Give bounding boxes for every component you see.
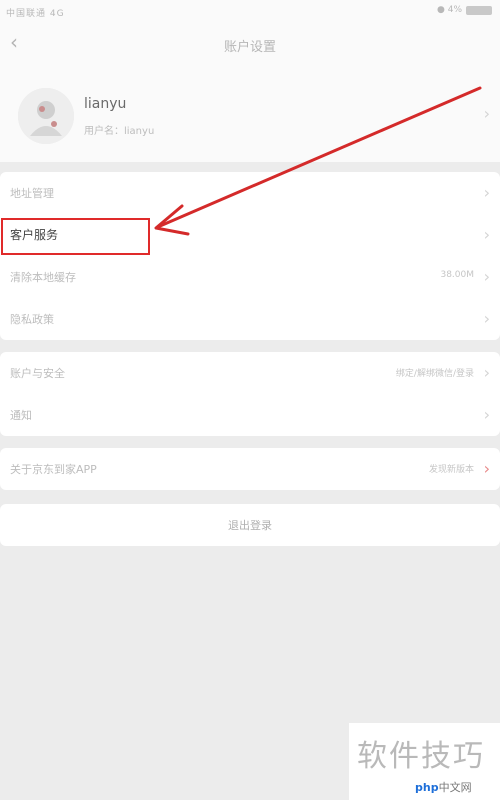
chevron-right-icon: ›: [483, 363, 490, 382]
row-label: 隐私政策: [10, 313, 54, 326]
nav-bar: ‹ 账户设置: [0, 28, 500, 64]
logout-label: 退出登录: [228, 519, 272, 532]
settings-row-notifications[interactable]: 通知 ›: [0, 394, 500, 436]
row-label: 清除本地缓存: [10, 271, 76, 284]
status-right: ● 4%: [437, 5, 492, 15]
chevron-right-icon: ›: [483, 225, 490, 244]
row-label: 地址管理: [10, 187, 54, 200]
settings-row-privacy[interactable]: 隐私政策 ›: [0, 298, 500, 340]
status-battery-text: ● 4%: [437, 5, 462, 15]
battery-icon: [466, 5, 492, 15]
chevron-right-icon: ›: [483, 104, 490, 123]
watermark-php-brand: php: [415, 781, 439, 794]
profile-id: 用户名：lianyu: [84, 126, 155, 137]
logout-button[interactable]: 退出登录: [0, 504, 500, 546]
settings-row-about[interactable]: 关于京东到家APP 发现新版本 ›: [0, 448, 500, 490]
watermark-php-suffix: 中文网: [438, 781, 472, 794]
row-value: 38.00M: [440, 270, 474, 280]
avatar: [18, 88, 74, 144]
settings-row-customer-service[interactable]: 客户服务 ›: [0, 214, 500, 256]
chevron-right-icon: ›: [483, 267, 490, 286]
settings-group-2: 账户与安全 绑定/解绑微信/登录 › 通知 ›: [0, 352, 500, 436]
watermark: 软件技巧 php中文网: [349, 723, 500, 800]
profile-name: lianyu: [84, 96, 127, 112]
settings-group-about: 关于京东到家APP 发现新版本 ›: [0, 448, 500, 490]
settings-row-clear-cache[interactable]: 清除本地缓存 38.00M ›: [0, 256, 500, 298]
row-label: 客户服务: [10, 228, 59, 242]
row-label: 通知: [10, 409, 32, 422]
chevron-right-icon: ›: [483, 183, 490, 202]
row-label: 关于京东到家APP: [10, 463, 97, 476]
status-bar: 中国联通 4G ● 4%: [0, 0, 500, 24]
chevron-right-icon: ›: [483, 459, 490, 478]
avatar-image-icon: [18, 88, 74, 144]
header-area: 中国联通 4G ● 4% ‹ 账户设置 lianyu 用户名：lianyu ›: [0, 0, 500, 162]
row-label: 账户与安全: [10, 367, 65, 380]
chevron-right-icon: ›: [483, 405, 490, 424]
page-title: 账户设置: [223, 40, 276, 55]
status-carrier: 中国联通 4G: [6, 9, 65, 19]
watermark-php: php中文网: [415, 779, 472, 795]
settings-row-account-security[interactable]: 账户与安全 绑定/解绑微信/登录 ›: [0, 352, 500, 394]
settings-row-address[interactable]: 地址管理 ›: [0, 172, 500, 214]
settings-group-1: 地址管理 › 客户服务 › 清除本地缓存 38.00M › 隐私政策 ›: [0, 172, 500, 340]
row-value: 绑定/解绑微信/登录: [395, 369, 474, 379]
watermark-text: 软件技巧: [357, 739, 485, 774]
row-value: 发现新版本: [428, 465, 474, 475]
chevron-right-icon: ›: [483, 309, 490, 328]
profile-row[interactable]: lianyu 用户名：lianyu ›: [0, 78, 500, 156]
